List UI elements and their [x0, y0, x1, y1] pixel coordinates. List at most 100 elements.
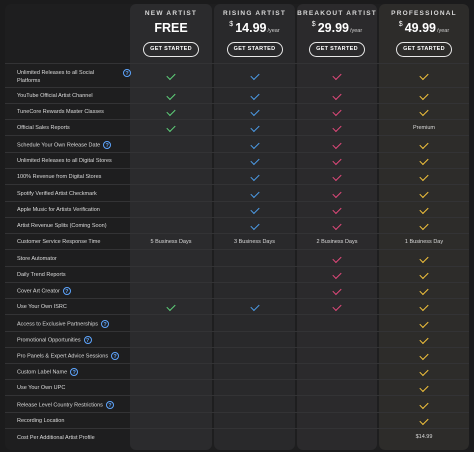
feature-label: Unlimited Releases to all Social Platfor…: [17, 69, 131, 85]
checkmark-icon: [249, 139, 260, 149]
checkmark-icon: [332, 204, 342, 215]
info-icon[interactable]: ?: [101, 319, 110, 328]
checkmark-icon: [419, 70, 429, 81]
feature-row: Promotional Opportunities?: [5, 331, 469, 348]
checkmark-icon: [166, 301, 176, 312]
info-icon[interactable]: ?: [103, 140, 112, 149]
checkmark-icon: [332, 90, 342, 101]
get-started-button[interactable]: GET STARTED: [226, 42, 283, 57]
check-icon: [130, 70, 212, 81]
checkmark-icon: [332, 122, 342, 133]
feature-row: Unlimited Releases to all Social Platfor…: [5, 63, 469, 88]
check-icon: [379, 139, 469, 149]
feature-label-text: Schedule Your Own Release Date: [17, 141, 101, 148]
feature-label: Store Automator: [17, 255, 57, 263]
feature-label-text: Cost Per Additional Artist Profile: [17, 434, 95, 441]
checkmark-icon: [249, 220, 260, 231]
checkmark-icon: [419, 399, 429, 409]
feature-label-text: Promotional Opportunities: [17, 337, 81, 344]
feature-row: TuneCore Rewards Master Classes: [5, 103, 469, 120]
get-started-button[interactable]: GET STARTED: [309, 42, 365, 57]
plan-price: FREE: [130, 21, 212, 35]
checkmark-icon: [166, 70, 176, 81]
check-icon: [214, 139, 295, 149]
feature-row: Access to Exclusive Partnerships?: [5, 314, 469, 332]
check-icon: [379, 285, 469, 296]
checkmark-icon: [419, 253, 429, 263]
check-icon: [379, 171, 469, 182]
check-icon: [214, 155, 295, 166]
checkmark-icon: [249, 188, 260, 198]
feature-label: Access to Exclusive Partnerships?: [17, 319, 110, 328]
feature-label-text: Apple Music for Artists Verification: [17, 207, 100, 213]
feature-row: Custom Label Name?: [5, 363, 469, 380]
checkmark-icon: [419, 106, 429, 117]
plan-name: BREAKOUT ARTIST: [297, 10, 377, 17]
feature-label: Custom Label Name?: [17, 368, 79, 376]
checkmark-icon: [249, 171, 260, 182]
checkmark-icon: [419, 318, 429, 328]
price-amount: 14.99: [235, 21, 267, 35]
check-icon: [214, 301, 295, 312]
info-icon[interactable]: ?: [83, 336, 92, 344]
check-icon: [297, 70, 377, 81]
check-icon: [297, 139, 377, 149]
info-icon[interactable]: ?: [62, 287, 71, 295]
feature-label-text: Use Your Own ISRC: [17, 304, 67, 310]
checkmark-icon: [166, 122, 176, 133]
feature-label-text: Use Your Own UPC: [17, 385, 66, 391]
feature-row: Apple Music for Artists Verification: [5, 201, 469, 218]
feature-label-text: Unlimited Releases to all Social Platfor…: [17, 70, 95, 84]
checkmark-icon: [419, 269, 429, 280]
check-icon: [297, 285, 377, 296]
check-icon: [379, 155, 469, 166]
currency-symbol: $: [398, 21, 403, 28]
feature-label: Official Sales Reports: [17, 124, 70, 132]
feature-label: Release Level Country Restrictions?: [17, 400, 114, 409]
feature-row: Cover Art Creator?: [5, 282, 469, 299]
price-period: /year: [436, 28, 450, 34]
check-icon: [297, 188, 377, 198]
info-icon[interactable]: ?: [105, 400, 114, 409]
feature-label: Recording Location: [17, 417, 64, 425]
feature-label: Promotional Opportunities?: [17, 336, 92, 344]
feature-label-text: Cover Art Creator: [17, 288, 60, 295]
plan-header-professional: PROFESSIONAL $49.99/year GET STARTED: [379, 4, 469, 64]
price-amount: 29.99: [317, 21, 349, 35]
checkmark-icon: [249, 204, 260, 215]
checkmark-icon: [166, 106, 176, 117]
currency-symbol: $: [229, 21, 234, 28]
pricing-table: NEW ARTIST FREE GET STARTED RISING ARTIST $1…: [5, 4, 469, 450]
check-icon: [214, 171, 295, 182]
info-icon[interactable]: ?: [70, 368, 79, 376]
feature-value: 5 Business Days: [150, 238, 192, 245]
feature-label: Apple Music for Artists Verification: [17, 206, 100, 214]
check-icon: [379, 399, 469, 409]
checkmark-icon: [332, 139, 342, 149]
check-icon: [297, 204, 377, 215]
feature-row: Daily Trend Reports: [5, 266, 469, 283]
check-icon: [379, 188, 469, 198]
price-period: /year: [349, 28, 363, 34]
checkmark-icon: [332, 301, 342, 312]
feature-row: Schedule Your Own Release Date?: [5, 135, 469, 153]
checkmark-icon: [249, 122, 260, 133]
get-started-button[interactable]: GET STARTED: [396, 42, 452, 57]
checkmark-icon: [419, 301, 429, 312]
feature-row: Customer Service Response Time 5 Business…: [5, 233, 469, 250]
feature-label-text: Artist Revenue Splits (Coming Soon): [17, 223, 107, 229]
feature-row: Unlimited Releases to all Digital Stores: [5, 152, 469, 169]
price-period: /year: [267, 28, 280, 34]
checkmark-icon: [332, 171, 342, 182]
feature-label: Spotify Verified Artist Checkmark: [17, 190, 97, 198]
check-icon: [297, 253, 377, 263]
info-icon[interactable]: ?: [111, 352, 120, 360]
checkmark-icon: [419, 204, 429, 215]
checkmark-icon: [419, 382, 429, 393]
get-started-button[interactable]: GET STARTED: [143, 42, 199, 57]
checkmark-icon: [419, 350, 429, 361]
feature-row: Spotify Verified Artist Checkmark: [5, 184, 469, 202]
feature-label-text: YouTube Official Artist Channel: [17, 93, 93, 99]
feature-label-text: Release Level Country Restrictions: [17, 401, 103, 408]
checkmark-icon: [249, 155, 260, 166]
